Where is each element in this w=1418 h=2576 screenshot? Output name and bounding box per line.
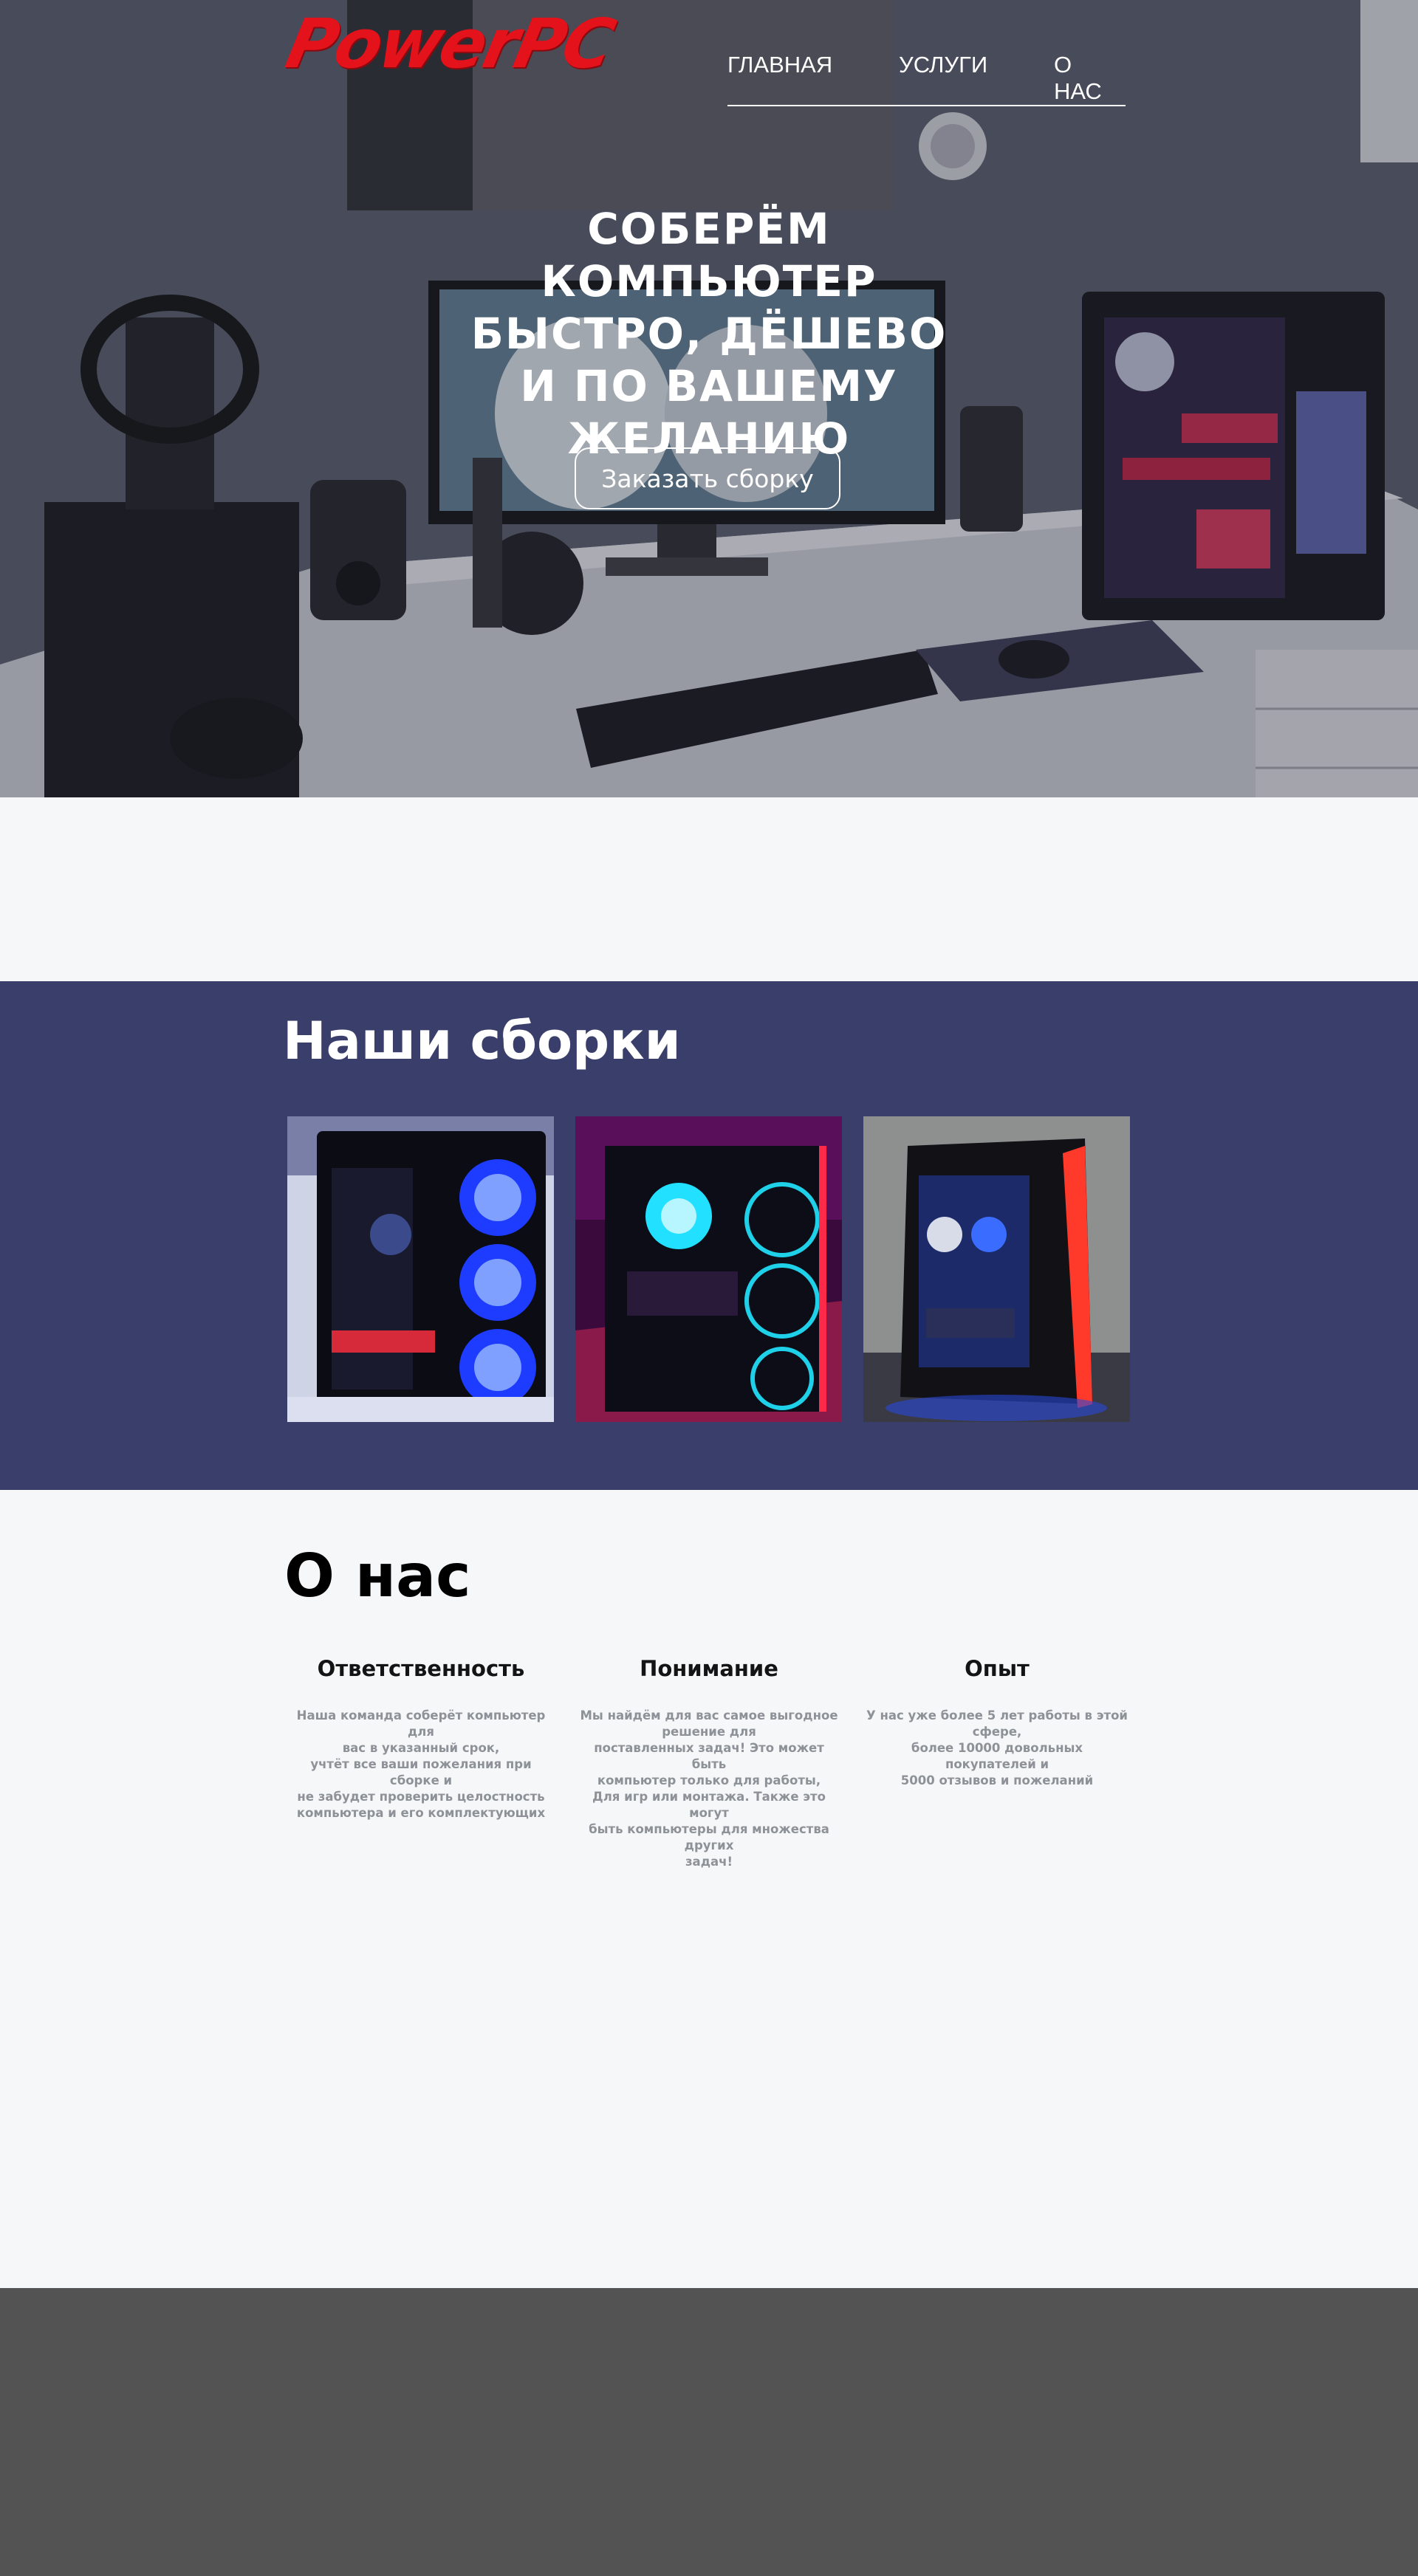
nav-link-services[interactable]: УСЛУГИ — [899, 52, 1054, 107]
builds-title: Наши сборки — [283, 1011, 681, 1071]
about-title: О нас — [284, 1542, 471, 1610]
build-photo-2[interactable] — [575, 1116, 842, 1422]
build-photo-1[interactable] — [287, 1116, 554, 1422]
about-column-understanding: Понимание Мы найдём для вас самое выгодн… — [576, 1656, 842, 1870]
about-column-heading: Ответственность — [317, 1656, 525, 1681]
builds-section: Наши сборки — [0, 981, 1418, 1490]
brand-logo[interactable]: PowerPC — [280, 4, 620, 83]
main-nav: ГЛАВНАЯ УСЛУГИ О НАС — [727, 52, 1126, 107]
about-column-text: У нас уже более 5 лет работы в этой сфер… — [866, 1708, 1128, 1787]
build-photo-2-image — [575, 1116, 842, 1422]
about-column-text: Мы найдём для вас самое выгодное решение… — [580, 1708, 838, 1869]
nav-link-about[interactable]: О НАС — [1054, 52, 1126, 107]
hero-section: PowerPC ГЛАВНАЯ УСЛУГИ О НАС СОБЕРЁМ КОМ… — [0, 0, 1418, 797]
about-column-heading: Понимание — [640, 1656, 778, 1681]
about-column-responsibility: Ответственность Наша команда соберёт ком… — [288, 1656, 554, 1821]
footer — [0, 2288, 1418, 2576]
hero-title: СОБЕРЁМ КОМПЬЮТЕР БЫСТРО, ДЁШЕВО И ПО ВА… — [470, 204, 948, 464]
order-build-button[interactable]: Заказать сборку — [575, 447, 840, 509]
build-photo-3[interactable] — [863, 1116, 1130, 1422]
build-photo-3-image — [863, 1116, 1130, 1422]
about-column-heading: Опыт — [965, 1656, 1030, 1681]
nav-link-home[interactable]: ГЛАВНАЯ — [727, 52, 899, 107]
about-section: О нас Ответственность Наша команда собер… — [0, 1490, 1418, 2288]
about-column-experience: Опыт У нас уже более 5 лет работы в этой… — [864, 1656, 1130, 1789]
build-photo-1-image — [287, 1116, 554, 1422]
about-column-text: Наша команда соберёт компьютер для вас в… — [296, 1708, 546, 1820]
